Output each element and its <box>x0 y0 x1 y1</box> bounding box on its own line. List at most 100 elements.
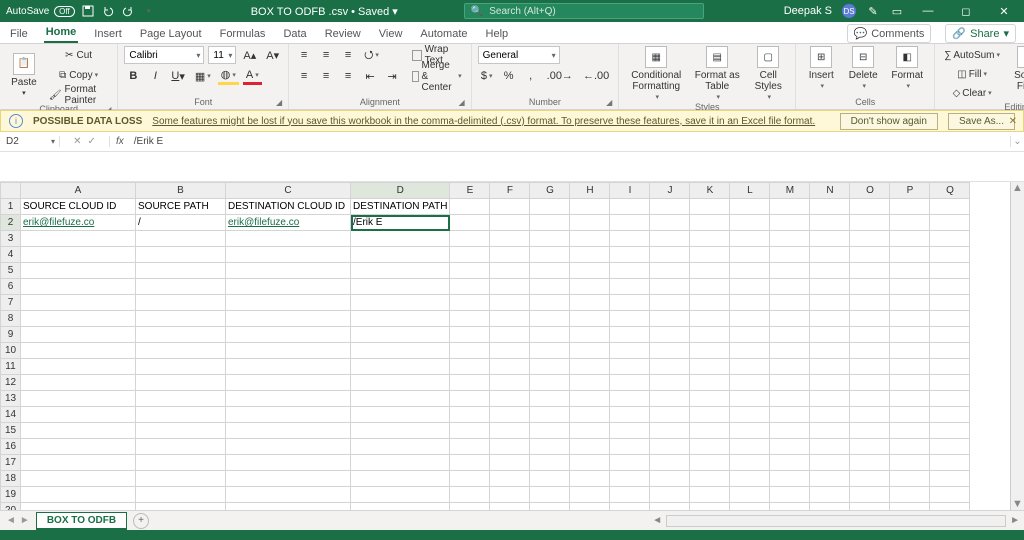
insert-cells-button[interactable]: ⊞Insert <box>802 46 840 91</box>
cell-H1[interactable] <box>570 199 610 215</box>
cell-F9[interactable] <box>490 327 530 343</box>
cell-L15[interactable] <box>730 423 770 439</box>
cell-Q9[interactable] <box>930 327 970 343</box>
cell-G11[interactable] <box>530 359 570 375</box>
cell-L20[interactable] <box>730 503 770 511</box>
cell-P2[interactable] <box>890 215 930 231</box>
cell-Q15[interactable] <box>930 423 970 439</box>
cell-F4[interactable] <box>490 247 530 263</box>
cell-F11[interactable] <box>490 359 530 375</box>
row-header-5[interactable]: 5 <box>1 263 21 279</box>
cell-I19[interactable] <box>610 487 650 503</box>
cell-O16[interactable] <box>850 439 890 455</box>
cell-Q2[interactable] <box>930 215 970 231</box>
cell-C18[interactable] <box>226 471 351 487</box>
cell-D7[interactable] <box>351 295 450 311</box>
add-sheet-button[interactable]: + <box>133 513 149 529</box>
cancel-formula-icon[interactable]: ✕ <box>73 136 81 147</box>
cell-K17[interactable] <box>690 455 730 471</box>
cell-C12[interactable] <box>226 375 351 391</box>
cell-C15[interactable] <box>226 423 351 439</box>
cell-J14[interactable] <box>650 407 690 423</box>
cell-H12[interactable] <box>570 375 610 391</box>
cell-P7[interactable] <box>890 295 930 311</box>
cell-E10[interactable] <box>450 343 490 359</box>
conditional-formatting-button[interactable]: ▦Conditional Formatting <box>625 46 687 102</box>
row-header-12[interactable]: 12 <box>1 375 21 391</box>
cell-H10[interactable] <box>570 343 610 359</box>
cell-E11[interactable] <box>450 359 490 375</box>
cell-Q10[interactable] <box>930 343 970 359</box>
cell-K19[interactable] <box>690 487 730 503</box>
comments-button[interactable]: 💬 Comments <box>847 24 932 43</box>
cell-N7[interactable] <box>810 295 850 311</box>
cell-Q5[interactable] <box>930 263 970 279</box>
cell-F5[interactable] <box>490 263 530 279</box>
cell-M12[interactable] <box>770 375 810 391</box>
col-header-H[interactable]: H <box>570 183 610 199</box>
cell-C1[interactable]: DESTINATION CLOUD ID <box>226 199 351 215</box>
cell-I5[interactable] <box>610 263 650 279</box>
cell-I16[interactable] <box>610 439 650 455</box>
col-header-J[interactable]: J <box>650 183 690 199</box>
align-middle-icon[interactable]: ≡ <box>317 46 335 64</box>
cell-G10[interactable] <box>530 343 570 359</box>
cell-O11[interactable] <box>850 359 890 375</box>
cell-A8[interactable] <box>21 311 136 327</box>
align-bottom-icon[interactable]: ≡ <box>339 46 357 64</box>
cell-D17[interactable] <box>351 455 450 471</box>
cell-E19[interactable] <box>450 487 490 503</box>
cell-O5[interactable] <box>850 263 890 279</box>
cell-G1[interactable] <box>530 199 570 215</box>
cell-J7[interactable] <box>650 295 690 311</box>
cell-N8[interactable] <box>810 311 850 327</box>
cell-O1[interactable] <box>850 199 890 215</box>
cell-Q7[interactable] <box>930 295 970 311</box>
cell-E20[interactable] <box>450 503 490 511</box>
cell-B2[interactable]: / <box>136 215 226 231</box>
cell-H6[interactable] <box>570 279 610 295</box>
align-left-icon[interactable]: ≡ <box>295 67 313 85</box>
cell-F18[interactable] <box>490 471 530 487</box>
cell-L18[interactable] <box>730 471 770 487</box>
cell-N18[interactable] <box>810 471 850 487</box>
cell-L5[interactable] <box>730 263 770 279</box>
cell-C8[interactable] <box>226 311 351 327</box>
cell-Q1[interactable] <box>930 199 970 215</box>
cell-I11[interactable] <box>610 359 650 375</box>
cell-L12[interactable] <box>730 375 770 391</box>
cell-I9[interactable] <box>610 327 650 343</box>
cell-I18[interactable] <box>610 471 650 487</box>
cell-D3[interactable] <box>351 231 450 247</box>
tab-file[interactable]: File <box>8 25 30 43</box>
cell-M2[interactable] <box>770 215 810 231</box>
col-header-B[interactable]: B <box>136 183 226 199</box>
currency-icon[interactable]: $ <box>478 67 496 85</box>
cell-E5[interactable] <box>450 263 490 279</box>
cell-H5[interactable] <box>570 263 610 279</box>
cell-I10[interactable] <box>610 343 650 359</box>
cell-M15[interactable] <box>770 423 810 439</box>
cell-A2[interactable]: erik@filefuze.co <box>21 215 136 231</box>
cell-K4[interactable] <box>690 247 730 263</box>
cell-F17[interactable] <box>490 455 530 471</box>
row-header-11[interactable]: 11 <box>1 359 21 375</box>
cell-G19[interactable] <box>530 487 570 503</box>
cell-P15[interactable] <box>890 423 930 439</box>
file-name[interactable]: BOX TO ODFB .csv • Saved ▾ <box>251 5 398 18</box>
cell-P18[interactable] <box>890 471 930 487</box>
cell-H18[interactable] <box>570 471 610 487</box>
cell-H14[interactable] <box>570 407 610 423</box>
cell-M5[interactable] <box>770 263 810 279</box>
cell-A5[interactable] <box>21 263 136 279</box>
row-header-3[interactable]: 3 <box>1 231 21 247</box>
select-all-cell[interactable] <box>1 183 21 199</box>
row-header-4[interactable]: 4 <box>1 247 21 263</box>
cell-H16[interactable] <box>570 439 610 455</box>
cell-K11[interactable] <box>690 359 730 375</box>
cell-M13[interactable] <box>770 391 810 407</box>
cell-M16[interactable] <box>770 439 810 455</box>
cell-B6[interactable] <box>136 279 226 295</box>
cell-D14[interactable] <box>351 407 450 423</box>
comma-icon[interactable]: , <box>522 67 540 85</box>
